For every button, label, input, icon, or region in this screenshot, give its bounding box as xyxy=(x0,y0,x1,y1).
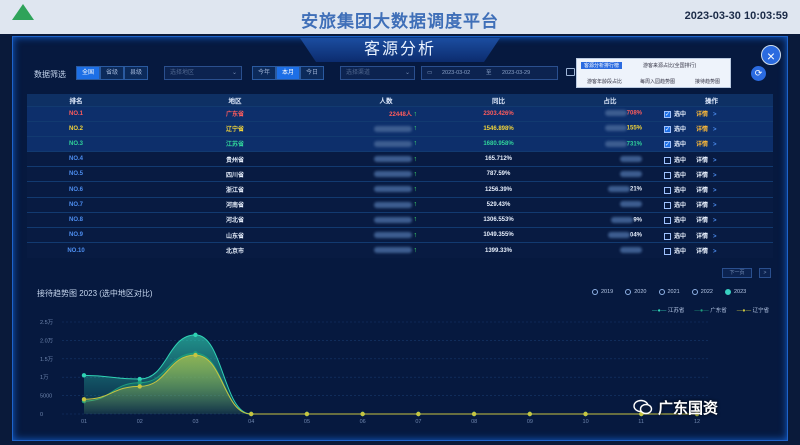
data-point xyxy=(248,411,254,417)
series-area xyxy=(84,355,697,414)
x-tick-label: 11 xyxy=(638,419,644,425)
trend-chart: 2.5万 2.0万 1.5万 1万 5000 0 01 02 03 04 05 06 07 08 09 10 1… xyxy=(40,319,710,425)
x-tick-label: 09 xyxy=(527,419,533,425)
data-point xyxy=(193,352,198,358)
x-tick-label: 05 xyxy=(304,419,310,425)
x-tick-label: 08 xyxy=(471,419,477,425)
x-tick-label: 12 xyxy=(694,419,700,425)
x-tick-label: 03 xyxy=(192,419,198,425)
wechat-icon xyxy=(633,399,653,415)
x-tick-label: 06 xyxy=(360,419,366,425)
data-point xyxy=(137,384,142,389)
y-tick-label: 2.0万 xyxy=(40,337,54,344)
y-tick-label: 0 xyxy=(40,412,43,418)
watermark-text: 广东国资 xyxy=(658,400,719,417)
x-tick-label: 07 xyxy=(415,419,421,425)
data-point xyxy=(304,411,310,417)
data-point xyxy=(527,411,533,417)
data-point xyxy=(360,411,365,417)
x-tick-label: 04 xyxy=(248,419,254,425)
data-point xyxy=(471,411,477,417)
x-tick-label: 01 xyxy=(81,419,87,425)
y-tick-label: 1万 xyxy=(40,374,49,381)
y-tick-label: 2.5万 xyxy=(40,319,54,326)
y-tick-label: 1.5万 xyxy=(40,356,54,363)
x-tick-label: 10 xyxy=(583,419,589,425)
data-point xyxy=(416,411,421,417)
data-point xyxy=(81,397,87,402)
data-point xyxy=(193,332,198,338)
y-tick-label: 5000 xyxy=(40,394,52,400)
data-point xyxy=(583,411,588,417)
data-point xyxy=(81,373,87,378)
x-tick-label: 02 xyxy=(137,419,143,425)
